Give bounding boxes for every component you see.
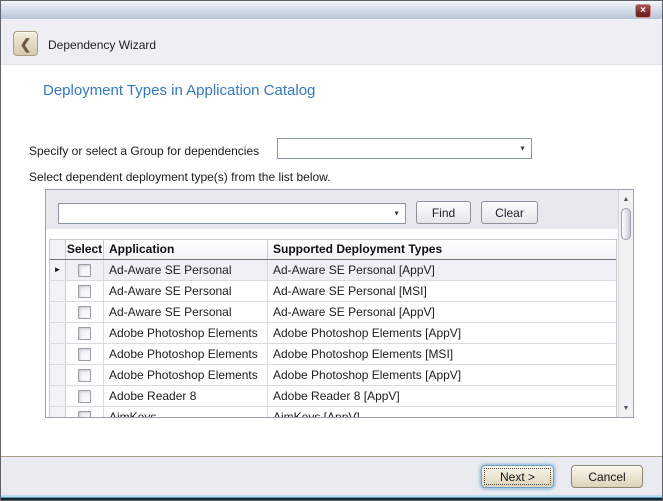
group-combobox[interactable]: ▼ — [277, 138, 532, 159]
select-cell — [66, 344, 104, 364]
application-cell: Ad-Aware SE Personal — [104, 260, 268, 280]
scroll-up-icon: ▲ — [623, 196, 630, 203]
deployment-type-cell: Adobe Photoshop Elements [AppV] — [268, 365, 616, 385]
column-header-deployment-types[interactable]: Supported Deployment Types — [268, 240, 616, 259]
table-row[interactable]: Adobe Reader 8 Adobe Reader 8 [AppV] — [50, 386, 616, 407]
dependency-wizard-window: × ❮ Dependency Wizard Deployment Types i… — [0, 0, 663, 501]
deployment-types-panel: ▼ Find Clear Select Application Supporte… — [45, 189, 634, 418]
select-cell — [66, 323, 104, 343]
table-row[interactable]: Adobe Photoshop Elements Adobe Photoshop… — [50, 344, 616, 365]
row-checkbox[interactable] — [78, 369, 91, 382]
chevron-down-icon: ▼ — [393, 210, 400, 217]
application-cell: AimKeys — [104, 407, 268, 417]
application-cell: Adobe Photoshop Elements — [104, 344, 268, 364]
table-row[interactable]: Adobe Photoshop Elements Adobe Photoshop… — [50, 323, 616, 344]
vertical-scrollbar[interactable]: ▲ ▼ — [618, 190, 633, 417]
row-header-cell[interactable] — [50, 302, 66, 322]
row-checkbox[interactable] — [78, 306, 91, 319]
row-checkbox[interactable] — [78, 327, 91, 340]
close-icon: × — [640, 6, 646, 16]
footer-bar: Next > Cancel — [1, 456, 662, 497]
scroll-up-button[interactable]: ▲ — [620, 192, 632, 206]
deployment-type-cell: Adobe Photoshop Elements [MSI] — [268, 344, 616, 364]
search-bar: ▼ Find Clear — [46, 190, 618, 229]
list-label: Select dependent deployment type(s) from… — [29, 170, 331, 184]
search-combobox[interactable]: ▼ — [58, 203, 406, 224]
row-checkbox[interactable] — [78, 264, 91, 277]
deployment-type-cell: Ad-Aware SE Personal [AppV] — [268, 302, 616, 322]
column-header-application[interactable]: Application — [104, 240, 268, 259]
deployment-types-grid: Select Application Supported Deployment … — [49, 239, 617, 417]
row-header-cell[interactable] — [50, 407, 66, 417]
scroll-down-button[interactable]: ▼ — [620, 401, 632, 415]
application-cell: Adobe Photoshop Elements — [104, 323, 268, 343]
select-cell — [66, 365, 104, 385]
chevron-down-icon: ▼ — [519, 145, 526, 152]
deployment-type-cell: Adobe Reader 8 [AppV] — [268, 386, 616, 406]
table-row[interactable]: AimKeys AimKeys [AppV] — [50, 407, 616, 417]
row-header-cell[interactable] — [50, 365, 66, 385]
select-cell — [66, 260, 104, 280]
column-header-select[interactable]: Select — [66, 240, 104, 259]
grid-header-row: Select Application Supported Deployment … — [50, 240, 616, 260]
application-cell: Ad-Aware SE Personal — [104, 302, 268, 322]
row-checkbox[interactable] — [78, 411, 91, 418]
application-cell: Ad-Aware SE Personal — [104, 281, 268, 301]
row-checkbox[interactable] — [78, 390, 91, 403]
row-checkbox[interactable] — [78, 285, 91, 298]
application-cell: Adobe Reader 8 — [104, 386, 268, 406]
table-row[interactable]: Adobe Photoshop Elements Adobe Photoshop… — [50, 365, 616, 386]
group-label: Specify or select a Group for dependenci… — [29, 144, 259, 158]
wizard-title: Dependency Wizard — [48, 38, 156, 52]
row-header-column — [50, 240, 66, 259]
deployment-type-cell: AimKeys [AppV] — [268, 407, 616, 417]
current-row-icon: ► — [54, 266, 62, 274]
deployment-type-cell: Ad-Aware SE Personal [AppV] — [268, 260, 616, 280]
cancel-button[interactable]: Cancel — [571, 465, 643, 488]
scroll-down-icon: ▼ — [623, 405, 630, 412]
select-cell — [66, 386, 104, 406]
next-button[interactable]: Next > — [481, 465, 554, 488]
application-cell: Adobe Photoshop Elements — [104, 365, 268, 385]
row-header-cell[interactable] — [50, 386, 66, 406]
content-area: Deployment Types in Application Catalog … — [1, 65, 662, 456]
wizard-header: ❮ Dependency Wizard — [1, 19, 662, 65]
select-cell — [66, 302, 104, 322]
select-cell — [66, 407, 104, 417]
title-bar: × — [1, 1, 662, 19]
table-row[interactable]: Ad-Aware SE Personal Ad-Aware SE Persona… — [50, 281, 616, 302]
back-icon: ❮ — [20, 37, 32, 51]
window-bottom-accent — [1, 495, 662, 500]
row-header-cell[interactable] — [50, 344, 66, 364]
table-row[interactable]: Ad-Aware SE Personal Ad-Aware SE Persona… — [50, 302, 616, 323]
close-button[interactable]: × — [635, 4, 651, 18]
row-checkbox[interactable] — [78, 348, 91, 361]
find-button[interactable]: Find — [416, 201, 471, 224]
deployment-type-cell: Adobe Photoshop Elements [AppV] — [268, 323, 616, 343]
table-row[interactable]: ► Ad-Aware SE Personal Ad-Aware SE Perso… — [50, 260, 616, 281]
select-cell — [66, 281, 104, 301]
clear-button[interactable]: Clear — [481, 201, 538, 224]
row-header-cell[interactable] — [50, 323, 66, 343]
row-header-cell[interactable]: ► — [50, 260, 66, 280]
back-button[interactable]: ❮ — [13, 31, 38, 56]
scrollbar-thumb[interactable] — [621, 208, 631, 240]
deployment-type-cell: Ad-Aware SE Personal [MSI] — [268, 281, 616, 301]
row-header-cell[interactable] — [50, 281, 66, 301]
page-title: Deployment Types in Application Catalog — [43, 82, 315, 99]
